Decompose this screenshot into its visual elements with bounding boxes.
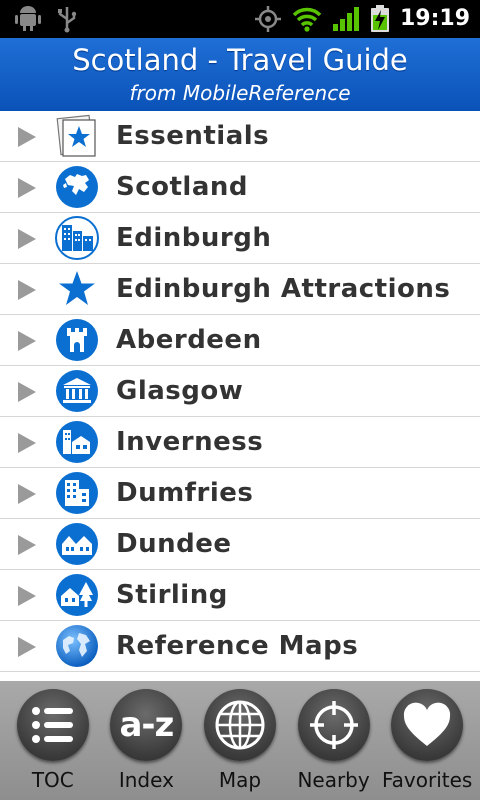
index-button-label: Index — [118, 768, 174, 792]
expand-arrow-icon — [18, 127, 36, 147]
house-tree-icon — [56, 574, 98, 616]
expand-arrow-icon — [18, 178, 36, 198]
building-icon — [56, 472, 98, 514]
list-item-dumfries[interactable]: Dumfries — [0, 468, 480, 519]
list-item-label: Edinburgh Attractions — [116, 274, 451, 304]
app-title: Scotland - Travel Guide — [72, 43, 408, 77]
signal-icon — [332, 7, 359, 31]
expand-arrow-icon — [18, 484, 36, 504]
clock: 19:19 — [399, 6, 470, 31]
android-debug-icon — [15, 6, 41, 31]
a-z-icon: a-z — [119, 705, 174, 745]
map-button[interactable]: Map — [196, 681, 284, 800]
expand-arrow-icon — [18, 382, 36, 402]
favorites-button[interactable]: Favorites — [382, 681, 473, 800]
wifi-icon — [292, 7, 322, 32]
list-item-label: Dundee — [116, 529, 232, 559]
museum-icon — [56, 370, 98, 412]
list-item-label: Essentials — [116, 121, 270, 151]
expand-arrow-icon — [18, 535, 36, 555]
expand-arrow-icon — [18, 280, 36, 300]
map-button-circle[interactable] — [203, 689, 276, 761]
list-item-reference-maps[interactable]: Reference Maps — [0, 621, 480, 672]
expand-arrow-icon — [18, 229, 36, 249]
list-item-label: Stirling — [116, 580, 228, 610]
usb-icon — [58, 7, 77, 33]
list-item-aberdeen[interactable]: Aberdeen — [0, 315, 480, 366]
list-item-label: Dumfries — [116, 478, 254, 508]
list-item-essentials[interactable]: Essentials — [0, 111, 480, 162]
essentials-icon — [56, 114, 96, 157]
app-header: Scotland - Travel Guide from MobileRefer… — [0, 38, 480, 111]
list-item-label: Reference Maps — [116, 631, 359, 661]
favorites-button-circle[interactable] — [391, 689, 464, 761]
favorites-button-label: Favorites — [382, 768, 473, 792]
globe-icon — [56, 625, 98, 667]
list-icon — [31, 707, 73, 743]
toc-button-label: TOC — [31, 768, 74, 792]
list-item-inverness[interactable]: Inverness — [0, 417, 480, 468]
toc-list: Essentials Scotland Edinburgh Edinburgh … — [0, 111, 480, 672]
expand-arrow-icon — [18, 586, 36, 606]
heart-icon — [404, 702, 451, 746]
nearby-button[interactable]: Nearby — [290, 681, 378, 800]
star-icon — [59, 271, 95, 305]
list-item-glasgow[interactable]: Glasgow — [0, 366, 480, 417]
list-item-dundee[interactable]: Dundee — [0, 519, 480, 570]
list-item-label: Glasgow — [116, 376, 244, 406]
toc-button-circle[interactable] — [16, 689, 89, 761]
expand-arrow-icon — [18, 331, 36, 351]
castle-tower-icon — [56, 319, 98, 361]
list-item-label: Aberdeen — [116, 325, 262, 355]
list-item-edinburgh-attractions[interactable]: Edinburgh Attractions — [0, 264, 480, 315]
crosshair-icon — [309, 701, 358, 749]
index-button[interactable]: a-z Index — [102, 681, 190, 800]
toc-button[interactable]: TOC — [9, 681, 97, 800]
map-button-label: Map — [218, 768, 262, 792]
index-button-circle[interactable]: a-z — [110, 689, 183, 761]
globe-grid-icon — [215, 700, 265, 750]
nearby-button-label: Nearby — [297, 768, 370, 792]
app-subtitle: from MobileReference — [129, 81, 351, 105]
list-item-label: Edinburgh — [116, 223, 272, 253]
europe-map-icon — [56, 166, 98, 208]
expand-arrow-icon — [18, 433, 36, 453]
bottom-toolbar: TOC a-z Index Map Nearby Favorites — [0, 681, 480, 800]
list-item-scotland[interactable]: Scotland — [0, 162, 480, 213]
list-item-edinburgh[interactable]: Edinburgh — [0, 213, 480, 264]
town-icon — [56, 421, 98, 463]
expand-arrow-icon — [18, 637, 36, 657]
list-item-label: Inverness — [116, 427, 264, 457]
houses-icon — [56, 523, 98, 565]
city-buildings-icon — [55, 216, 99, 260]
list-item-label: Scotland — [116, 172, 249, 202]
list-item-stirling[interactable]: Stirling — [0, 570, 480, 621]
status-bar: 19:19 — [0, 0, 480, 38]
nearby-button-circle[interactable] — [297, 689, 370, 761]
gps-icon — [254, 6, 281, 32]
battery-charging-icon — [370, 5, 389, 32]
